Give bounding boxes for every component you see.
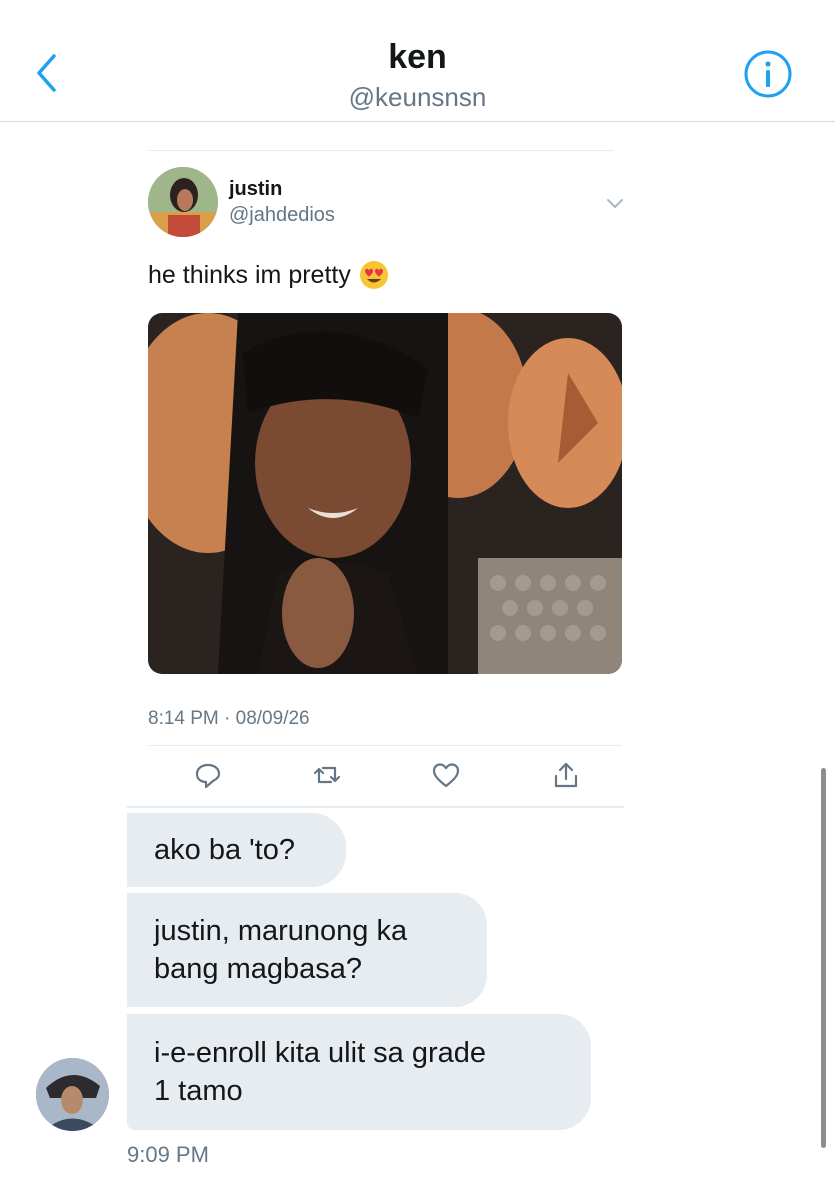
share-button[interactable] <box>551 760 581 790</box>
chevron-down-icon <box>607 199 623 208</box>
scrollbar[interactable] <box>821 768 826 1148</box>
divider <box>127 806 624 808</box>
tweet-image[interactable] <box>148 313 622 674</box>
conversation-handle: @keunsnsn <box>348 82 487 112</box>
divider <box>148 150 614 151</box>
shared-tweet-card[interactable]: justin @jahdedios he thinks im pretty 8:… <box>127 150 625 808</box>
tweet-actions-bar <box>148 746 622 804</box>
like-icon <box>432 763 460 788</box>
retweet-icon <box>313 766 341 784</box>
message-bubble[interactable]: ako ba 'to? <box>127 813 346 887</box>
message-bubble[interactable]: i-e-enroll kita ulit sa grade 1 tamo <box>127 1014 591 1130</box>
tweet-text-row: he thinks im pretty <box>148 260 389 290</box>
message-line: bang magbasa? <box>154 953 362 985</box>
tweet-options-button[interactable] <box>605 193 625 213</box>
conversation-title: ken <box>388 38 447 76</box>
message-line: i-e-enroll kita ulit sa grade <box>154 1037 487 1069</box>
message-line: 1 tamo <box>154 1075 243 1107</box>
tweet-author-name[interactable]: justin <box>229 178 282 201</box>
message-line: ako ba 'to? <box>154 834 295 866</box>
sender-avatar[interactable] <box>36 1058 109 1131</box>
retweet-button[interactable] <box>312 760 342 790</box>
message-timestamp: 9:09 PM <box>127 1142 209 1167</box>
message-bubble[interactable]: justin, marunong ka bang magbasa? <box>127 893 487 1007</box>
info-circle-icon <box>744 50 792 98</box>
reply-button[interactable] <box>193 760 223 790</box>
heart-eyes-emoji <box>359 261 388 289</box>
conversation-header: ken @keunsnsn <box>0 0 835 122</box>
reply-icon <box>195 763 221 789</box>
info-button[interactable] <box>742 48 794 100</box>
share-icon <box>554 762 578 788</box>
like-button[interactable] <box>431 760 461 790</box>
tweet-timestamp: 8:14 PM · 08/09/26 <box>148 708 310 729</box>
tweet-author-avatar[interactable] <box>148 167 218 237</box>
tweet-author-handle[interactable]: @jahdedios <box>229 204 335 227</box>
message-line: justin, marunong ka <box>154 915 408 947</box>
tweet-text: he thinks im pretty <box>148 260 351 289</box>
